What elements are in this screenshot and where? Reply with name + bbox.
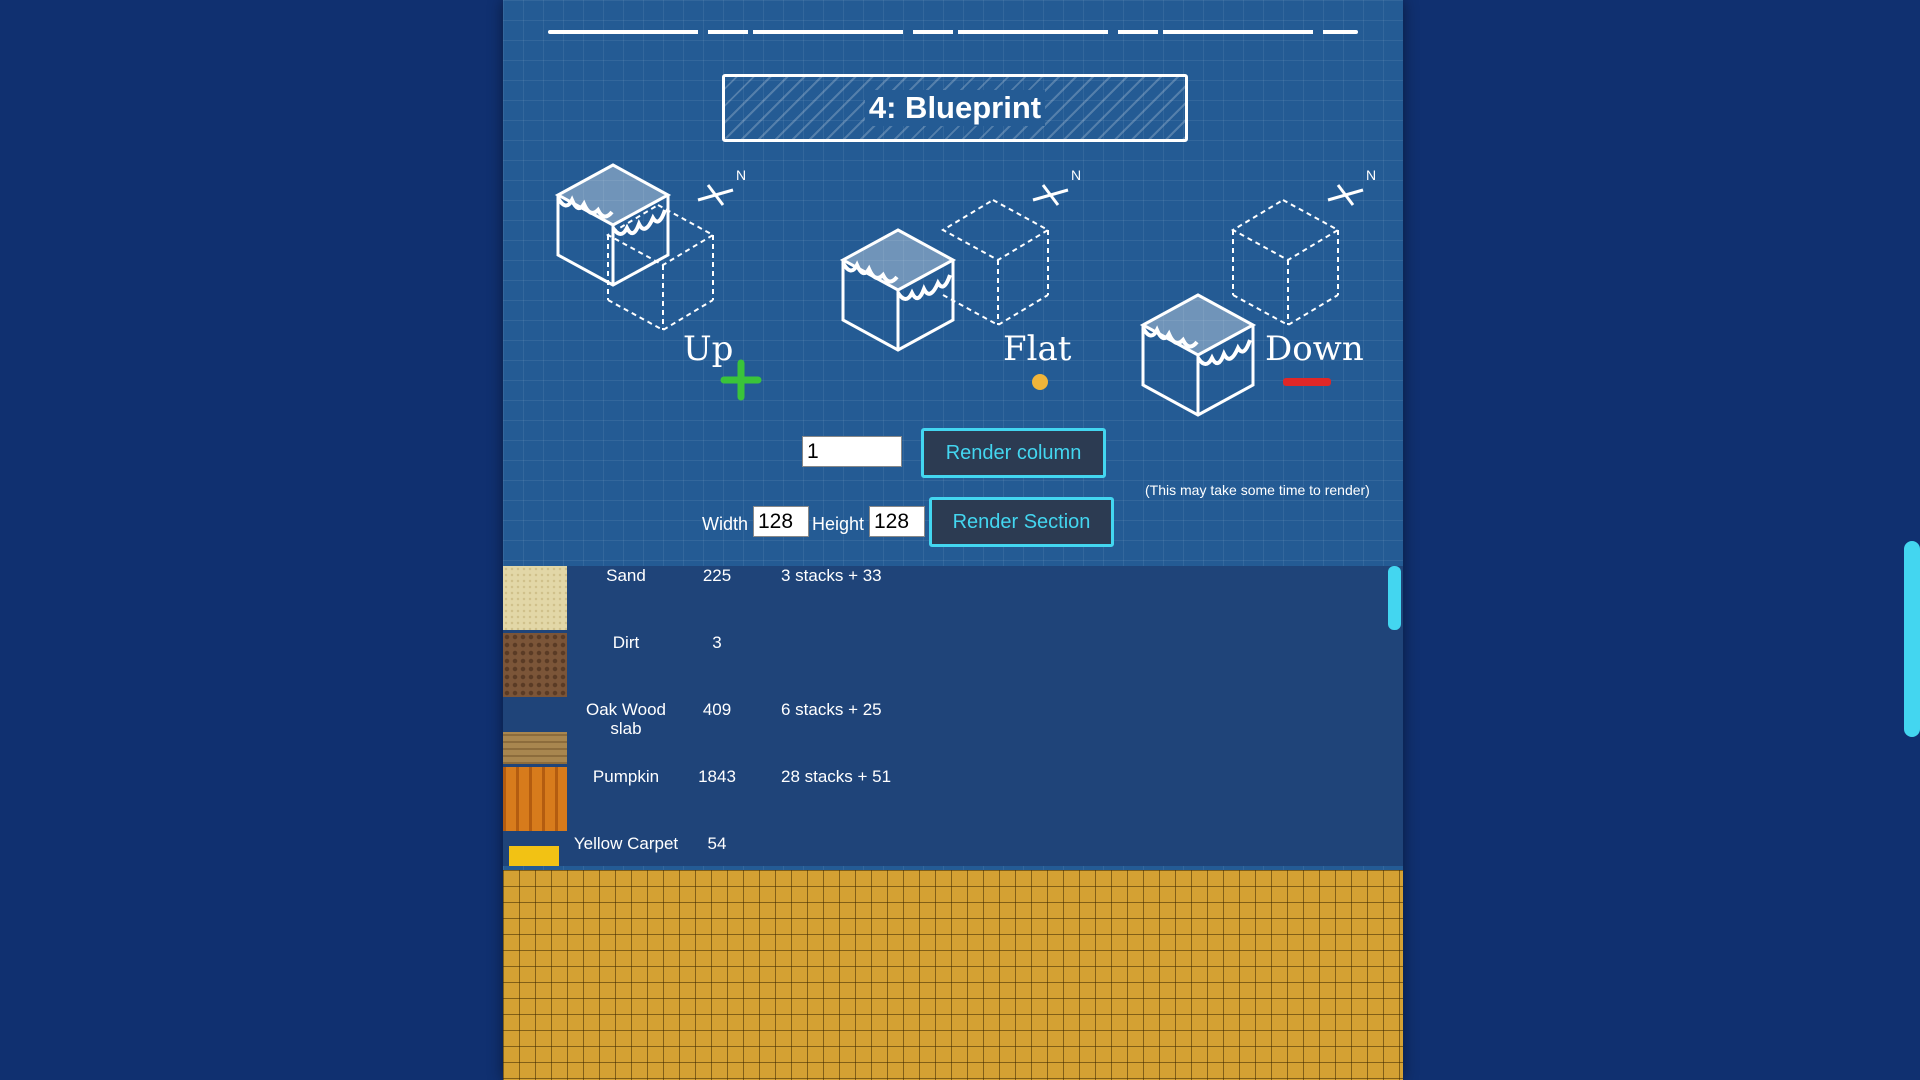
list-item: Pumpkin 1843 28 stacks + 51 [503, 767, 1383, 834]
sand-icon [503, 566, 567, 630]
compass-label: N [736, 167, 746, 183]
compass-label: N [1071, 167, 1081, 183]
sketch-divider [548, 30, 1358, 34]
diagram-flat: N Flat [839, 167, 1081, 390]
width-label: Width [702, 514, 749, 534]
yellow-carpet-icon [509, 846, 559, 866]
materials-list[interactable]: Sand 225 3 stacks + 33 Dirt 3 Oak Wood s… [503, 566, 1403, 866]
blueprint-render-grid[interactable] [503, 870, 1403, 1080]
width-input[interactable] [753, 506, 809, 537]
height-label: Height [812, 514, 865, 534]
list-item: Dirt 3 [503, 633, 1383, 700]
height-input[interactable] [869, 506, 925, 537]
page-scrollbar[interactable] [1904, 541, 1920, 737]
list-item: Sand 225 3 stacks + 33 [503, 566, 1383, 633]
minus-icon [1283, 378, 1331, 386]
blueprint-panel: 4: Blueprint N Up N Flat N Down 1 Render… [503, 0, 1403, 1080]
list-item: Yellow Carpet 54 [503, 834, 1383, 866]
compass-label: N [1366, 167, 1376, 183]
diagram-down-label: Down [1265, 329, 1364, 369]
render-controls: Render column (This may take some time t… [503, 420, 1403, 560]
diagram-up-label: Up [683, 329, 733, 369]
pumpkin-icon [503, 767, 567, 831]
section-title: 4: Blueprint [864, 90, 1046, 126]
materials-scrollbar[interactable] [1388, 566, 1401, 630]
diagram-down: N Down [1139, 167, 1376, 417]
dirt-icon [503, 633, 567, 697]
diagram-flat-label: Flat [1003, 329, 1072, 369]
list-item: Oak Wood slab 409 6 stacks + 25 [503, 700, 1383, 767]
dot-icon [1032, 374, 1048, 390]
section-title-box: 4: Blueprint [722, 74, 1188, 142]
render-note: (This may take some time to render) [1145, 482, 1370, 498]
diagram-up: N Up [554, 163, 762, 401]
oak-slab-icon [503, 732, 567, 764]
render-column-button[interactable]: Render column [921, 428, 1106, 478]
render-section-button[interactable]: Render Section [929, 497, 1114, 547]
column-input[interactable] [802, 436, 902, 467]
